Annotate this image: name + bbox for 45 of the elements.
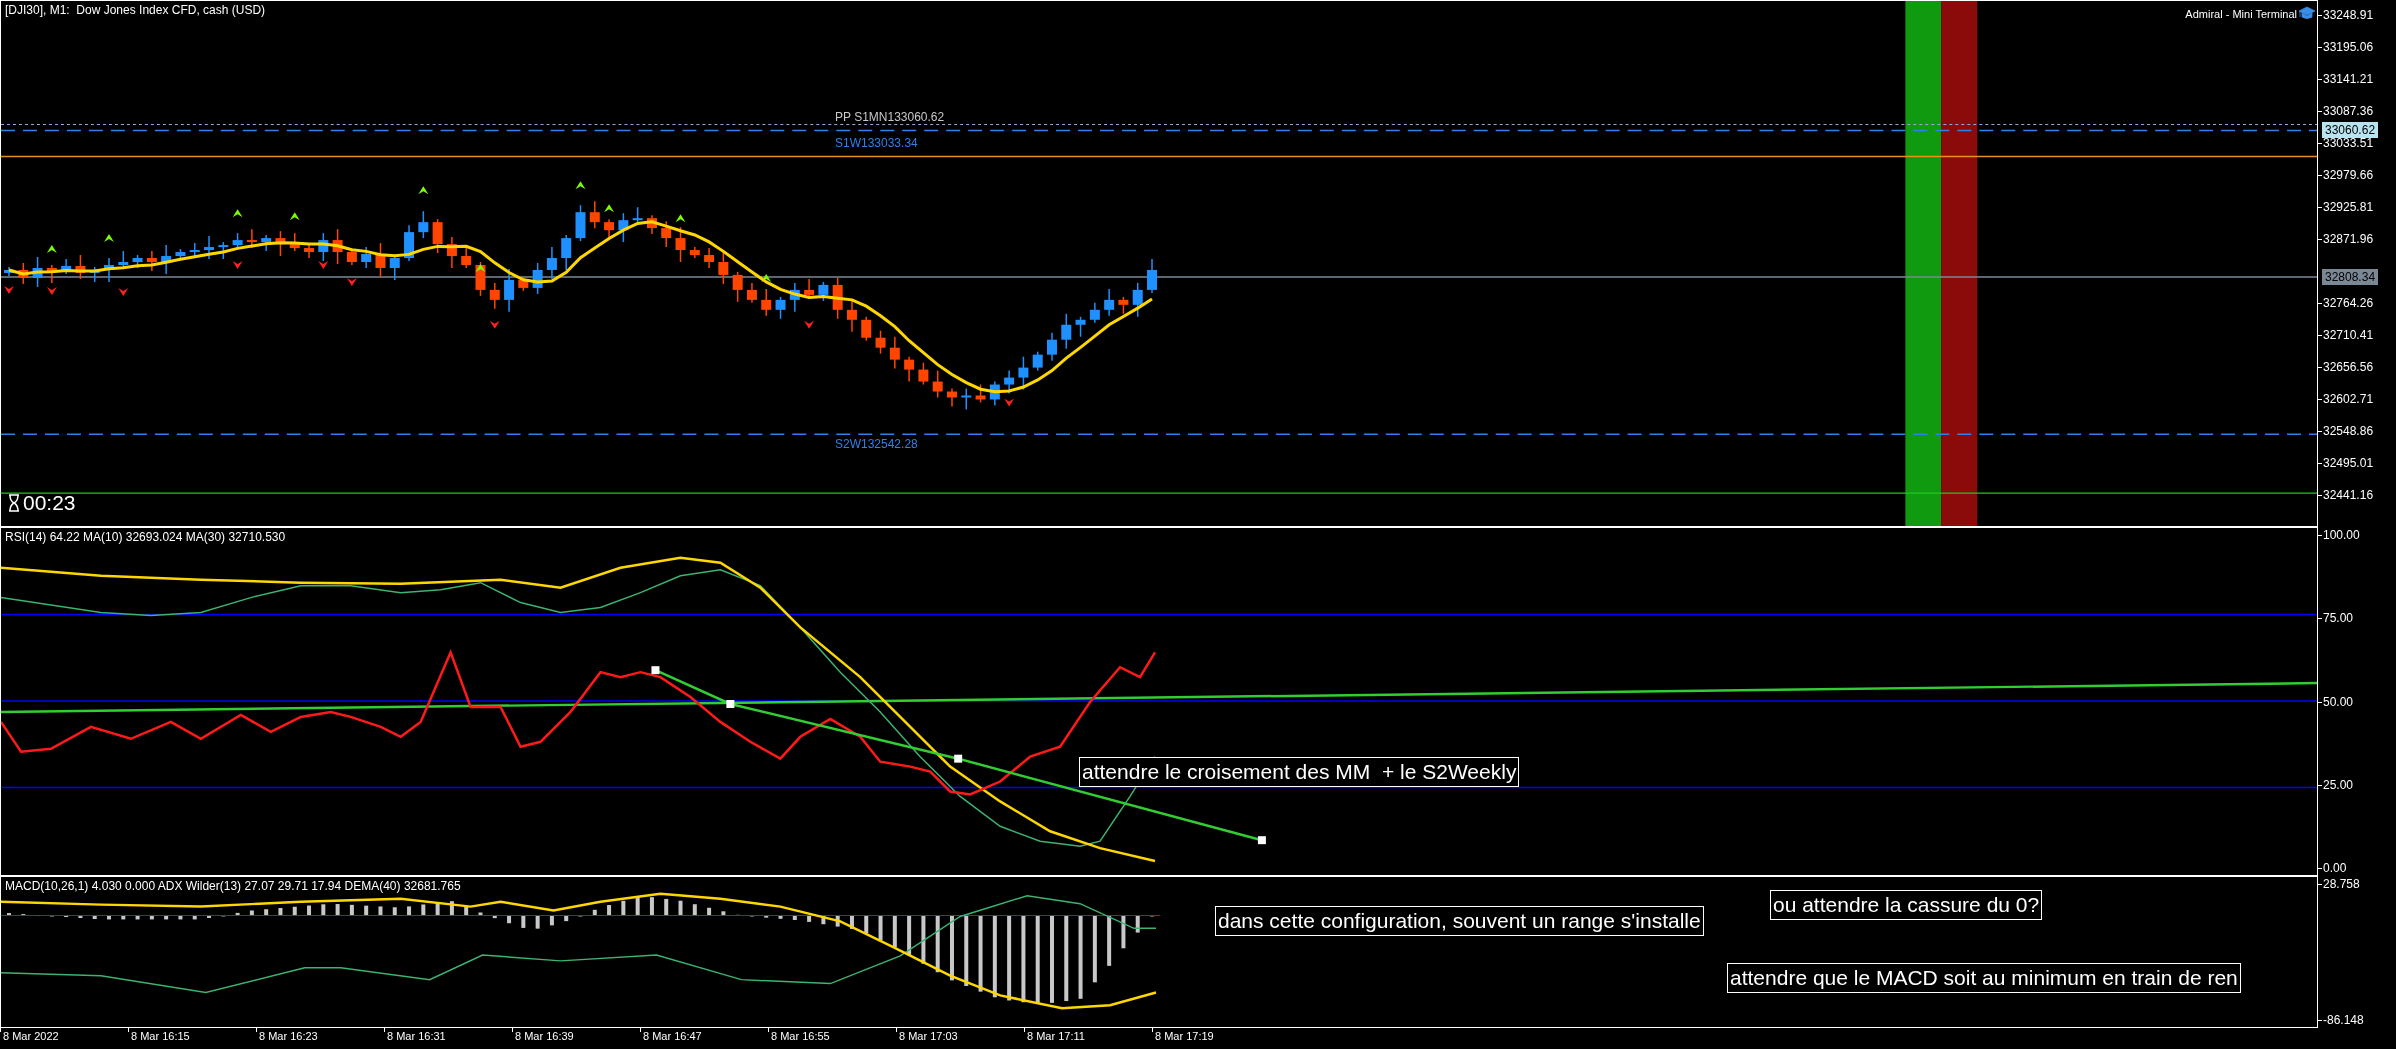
price-tick: 32656.56 (2318, 359, 2396, 391)
price-tick: 33033.51 (2318, 135, 2396, 167)
indicator-header: MACD(10,26,1) 4.030 0.000 ADX Wilder(13) 27.07 29.71 17.94 DEMA(40) 32681.765 (5, 879, 461, 893)
time-label: 8 Mar 17:03 (896, 1028, 1024, 1044)
time-label: 8 Mar 16:55 (768, 1028, 896, 1044)
price-tick: 32495.01 (2318, 455, 2396, 487)
rsi-tick: 50.00 (2318, 693, 2396, 710)
time-label: 8 Mar 16:15 (128, 1028, 256, 1044)
price-tick: 32979.66 (2318, 167, 2396, 199)
time-label: 8 Mar 16:39 (512, 1028, 640, 1044)
macd-tick: 28.758 (2318, 876, 2396, 892)
price-tick: 32602.71 (2318, 391, 2396, 423)
rsi-tick: 0.00 (2318, 860, 2396, 876)
time-label: 8 Mar 17:11 (1024, 1028, 1152, 1044)
chart-note: dans cette configuration, souvent un range s'installe (1215, 906, 1704, 936)
price-tick: 32548.86 (2318, 423, 2396, 455)
time-label: 8 Mar 16:31 (384, 1028, 512, 1044)
level-label: S2W132542.28 (835, 438, 918, 451)
terminal-label: Admiral - Mini Terminal (2185, 8, 2297, 20)
indicator-header: RSI(14) 64.22 MA(10) 32693.024 MA(30) 32710.530 (5, 530, 286, 544)
level-label: S1W133033.34 (835, 137, 918, 150)
rsi-tick: 75.00 (2318, 610, 2396, 627)
level-label: PP S1MN133060.62 (835, 111, 945, 124)
macd-tick: -86.148 (2318, 1012, 2396, 1028)
time-label: 8 Mar 2022 (0, 1028, 128, 1044)
countdown-timer: 00:23 (23, 491, 76, 515)
price-tick: 32710.41 (2318, 327, 2396, 359)
time-label: 8 Mar 17:19 (1152, 1028, 1280, 1044)
rsi-tick: 25.00 (2318, 776, 2396, 793)
chart-note: ou attendre la cassure du 0? (1770, 890, 2043, 920)
price-tick: 32871.96 (2318, 231, 2396, 263)
chart-title: [DJI30], M1: Dow Jones Index CFD, cash (USD) (5, 3, 266, 17)
price-tick: 33195.06 (2318, 39, 2396, 71)
time-label: 8 Mar 16:23 (256, 1028, 384, 1044)
price-tick: 33141.21 (2318, 71, 2396, 103)
price-tick: 33248.91 (2318, 7, 2396, 39)
chart-note: attendre le croisement des MM + le S2Weekly (1079, 757, 1520, 787)
price-marker: 32808.34 (2322, 269, 2379, 285)
time-label: 8 Mar 16:47 (640, 1028, 768, 1044)
price-marker: 33060.62 (2322, 122, 2379, 138)
price-tick: 32764.26 (2318, 295, 2396, 327)
price-tick: 32441.16 (2318, 487, 2396, 519)
price-tick: 32925.81 (2318, 199, 2396, 231)
rsi-tick: 100.00 (2318, 527, 2396, 543)
chart-note: attendre que le MACD soit au minimum en train de ren (1727, 963, 2241, 993)
